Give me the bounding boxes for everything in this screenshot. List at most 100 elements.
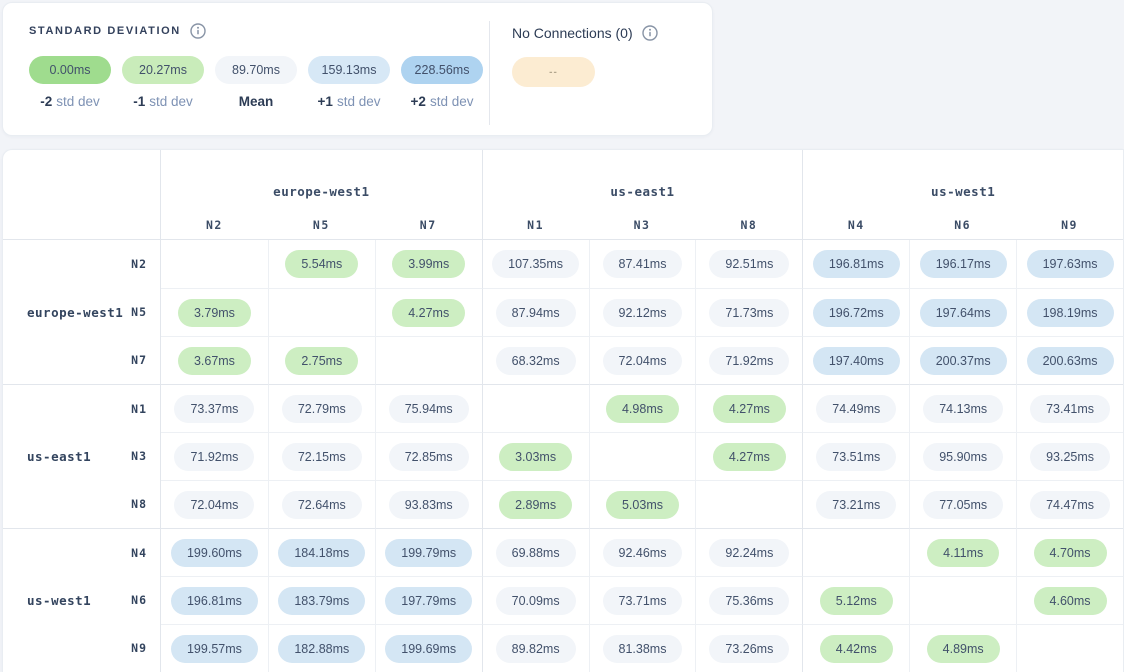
latency-pill[interactable]: 199.60ms [171, 539, 258, 567]
latency-pill[interactable]: 5.03ms [606, 491, 679, 519]
latency-pill[interactable]: 3.99ms [392, 250, 465, 278]
matrix-cell-n1-3: 75.94ms [375, 384, 482, 432]
row-node-label: N6 [131, 593, 147, 607]
latency-pill[interactable]: 93.25ms [1030, 443, 1110, 471]
latency-pill[interactable]: 5.54ms [285, 250, 358, 278]
latency-pill[interactable]: 4.27ms [392, 299, 465, 327]
latency-pill[interactable]: 75.36ms [709, 587, 789, 615]
latency-pill[interactable]: 73.26ms [709, 635, 789, 663]
latency-pill[interactable]: 68.32ms [496, 347, 576, 375]
latency-pill[interactable]: 3.03ms [499, 443, 572, 471]
latency-pill[interactable]: 71.92ms [174, 443, 254, 471]
latency-pill[interactable]: 92.51ms [709, 250, 789, 278]
latency-pill[interactable]: 81.38ms [603, 635, 683, 663]
legend-divider [489, 21, 490, 125]
latency-pill[interactable]: 75.94ms [389, 395, 469, 423]
latency-pill[interactable]: 72.85ms [389, 443, 469, 471]
column-header-n5: N5 [268, 202, 375, 240]
latency-pill[interactable]: 184.18ms [278, 539, 365, 567]
latency-pill[interactable]: 197.40ms [813, 347, 900, 375]
latency-pill[interactable]: 4.27ms [713, 443, 786, 471]
latency-pill[interactable]: 92.12ms [603, 299, 683, 327]
matrix-cell-n9-8: 4.89ms [909, 624, 1016, 672]
matrix-cell-n5-1: 3.79ms [161, 288, 268, 336]
latency-pill[interactable]: 4.11ms [927, 539, 999, 567]
latency-pill[interactable]: 73.41ms [1030, 395, 1110, 423]
latency-pill[interactable]: 95.90ms [923, 443, 1003, 471]
column-group-header-us-east1: us-east1 [482, 150, 803, 202]
legend-stop: 89.70msMean [215, 56, 297, 109]
latency-pill[interactable]: 2.75ms [285, 347, 358, 375]
latency-pill[interactable]: 182.88ms [278, 635, 365, 663]
row-group-label-europe-west1: europe-west1 [27, 305, 123, 320]
latency-pill[interactable]: 183.79ms [278, 587, 365, 615]
latency-pill[interactable]: 92.46ms [603, 539, 683, 567]
latency-pill[interactable]: 71.73ms [709, 299, 789, 327]
info-icon[interactable] [642, 25, 658, 41]
matrix-cell-n4-8: 4.11ms [909, 528, 1016, 576]
latency-pill[interactable]: 70.09ms [496, 587, 576, 615]
latency-pill[interactable]: 72.64ms [282, 491, 362, 519]
latency-pill[interactable]: 196.72ms [813, 299, 900, 327]
latency-pill[interactable]: 92.24ms [709, 539, 789, 567]
latency-pill[interactable]: 4.98ms [606, 395, 679, 423]
matrix-cell-n6-7: 5.12ms [802, 576, 909, 624]
latency-pill[interactable]: 197.64ms [920, 299, 1007, 327]
latency-pill[interactable]: 4.27ms [713, 395, 786, 423]
latency-pill[interactable]: 74.47ms [1030, 491, 1110, 519]
info-icon[interactable] [190, 23, 206, 39]
latency-pill[interactable]: 69.88ms [496, 539, 576, 567]
row-header-n6: us-west1N6 [3, 576, 161, 624]
matrix-cell-n1-7: 74.49ms [802, 384, 909, 432]
latency-pill[interactable]: 198.19ms [1027, 299, 1114, 327]
latency-pill[interactable]: 200.37ms [920, 347, 1007, 375]
latency-pill[interactable]: 199.79ms [385, 539, 472, 567]
latency-pill[interactable]: 73.37ms [174, 395, 254, 423]
matrix-cell-n5-9: 198.19ms [1016, 288, 1123, 336]
latency-pill[interactable]: 72.04ms [603, 347, 683, 375]
latency-pill[interactable]: 87.94ms [496, 299, 576, 327]
matrix-cell-n8-1: 72.04ms [161, 480, 268, 528]
latency-pill[interactable]: 72.04ms [174, 491, 254, 519]
latency-pill[interactable]: 74.13ms [923, 395, 1003, 423]
latency-pill[interactable]: 107.35ms [492, 250, 579, 278]
latency-pill[interactable]: 4.89ms [927, 635, 1000, 663]
latency-pill[interactable]: 4.70ms [1034, 539, 1107, 567]
latency-pill[interactable]: 196.17ms [920, 250, 1007, 278]
latency-pill[interactable]: 93.83ms [389, 491, 469, 519]
latency-pill[interactable]: 197.79ms [385, 587, 472, 615]
latency-pill[interactable]: 72.79ms [282, 395, 362, 423]
latency-pill[interactable]: 71.92ms [709, 347, 789, 375]
latency-pill[interactable]: 73.51ms [816, 443, 896, 471]
latency-pill[interactable]: 196.81ms [813, 250, 900, 278]
latency-pill[interactable]: 199.57ms [171, 635, 258, 663]
latency-pill[interactable]: 4.60ms [1034, 587, 1107, 615]
row-header-n5: europe-west1N5 [3, 288, 161, 336]
latency-pill[interactable]: 200.63ms [1027, 347, 1114, 375]
matrix-cell-n2-3: 3.99ms [375, 240, 482, 288]
matrix-cell-n3-9: 93.25ms [1016, 432, 1123, 480]
latency-pill[interactable]: 89.82ms [496, 635, 576, 663]
latency-pill[interactable]: 5.12ms [820, 587, 893, 615]
matrix-cell-n9-4: 89.82ms [482, 624, 589, 672]
latency-pill[interactable]: 2.89ms [499, 491, 572, 519]
matrix-cell-n6-2: 183.79ms [268, 576, 375, 624]
latency-pill[interactable]: 3.79ms [178, 299, 251, 327]
latency-pill[interactable]: 196.81ms [171, 587, 258, 615]
latency-pill[interactable]: 77.05ms [923, 491, 1003, 519]
row-node-label: N4 [131, 546, 147, 560]
matrix-cell-n3-2: 72.15ms [268, 432, 375, 480]
latency-pill[interactable]: 73.71ms [603, 587, 683, 615]
latency-pill[interactable]: 197.63ms [1027, 250, 1114, 278]
matrix-cell-n4-1: 199.60ms [161, 528, 268, 576]
matrix-cell-n7-8: 200.37ms [909, 336, 1016, 384]
latency-pill[interactable]: 3.67ms [178, 347, 251, 375]
latency-pill[interactable]: 72.15ms [282, 443, 362, 471]
latency-pill[interactable]: 73.21ms [816, 491, 896, 519]
matrix-cell-n2-9: 197.63ms [1016, 240, 1123, 288]
latency-pill[interactable]: 87.41ms [603, 250, 683, 278]
latency-pill[interactable]: 4.42ms [820, 635, 893, 663]
latency-pill[interactable]: 199.69ms [385, 635, 472, 663]
column-header-n9: N9 [1016, 202, 1123, 240]
latency-pill[interactable]: 74.49ms [816, 395, 896, 423]
